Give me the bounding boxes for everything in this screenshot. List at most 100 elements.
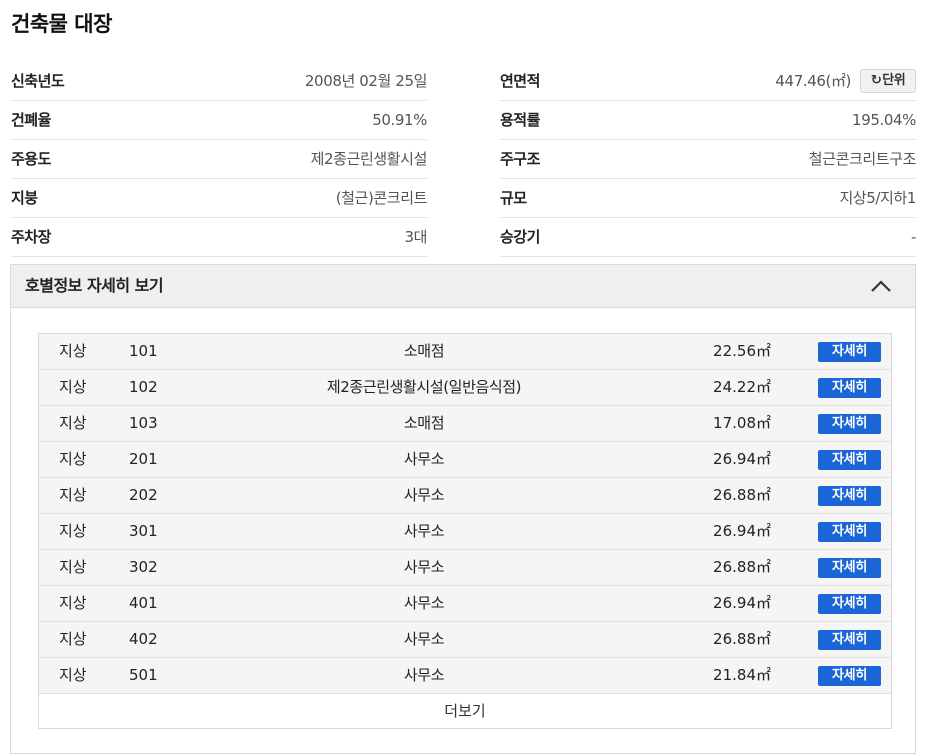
unit-number: 101 [129, 342, 158, 360]
table-row: 지상 402 사무소 26.88㎡ 자세히 [39, 622, 891, 658]
unit-detail-button[interactable]: 자세히 [818, 414, 881, 434]
unit-number: 102 [129, 378, 158, 396]
info-row-built-date: 신축년도 2008년 02월 25일 [11, 62, 427, 101]
table-row: 지상 201 사무소 26.94㎡ 자세히 [39, 442, 891, 478]
info-label: 주용도 [11, 150, 51, 168]
refresh-icon: ↻ [870, 73, 882, 88]
chevron-up-icon[interactable] [869, 277, 893, 295]
unit-detail-button[interactable]: 자세히 [818, 522, 881, 542]
info-label: 주구조 [500, 150, 540, 168]
unit-use: 사무소 [403, 522, 445, 540]
unit-detail-button[interactable]: 자세히 [818, 630, 881, 650]
unit-number: 302 [129, 558, 158, 576]
unit-floor-type: 지상 [59, 558, 87, 576]
unit-area: 26.94㎡ [713, 450, 771, 468]
info-row-elevator: 승강기 - [500, 218, 916, 257]
unit-floor-type: 지상 [59, 378, 87, 396]
unit-use: 사무소 [403, 558, 445, 576]
info-label: 주차장 [11, 228, 51, 246]
unit-floor-type: 지상 [59, 486, 87, 504]
unit-detail-button[interactable]: 자세히 [818, 558, 881, 578]
unit-toggle-label: 단위 [882, 73, 906, 88]
unit-floor-type: 지상 [59, 594, 87, 612]
info-value: 195.04% [852, 111, 916, 129]
unit-number: 103 [129, 414, 158, 432]
info-row-coverage-ratio: 건폐율 50.91% [11, 101, 427, 140]
unit-area: 22.56㎡ [713, 342, 771, 360]
info-row-floor-area-ratio: 용적률 195.04% [500, 101, 916, 140]
unit-use: 사무소 [403, 450, 445, 468]
info-value: - [910, 228, 916, 246]
unit-use: 소매점 [403, 342, 445, 360]
unit-use: 제2종근린생활시설(일반음식점) [326, 378, 522, 396]
unit-floor-type: 지상 [59, 414, 87, 432]
unit-toggle-button[interactable]: ↻단위 [860, 69, 916, 93]
info-label: 건폐율 [11, 111, 51, 129]
unit-floor-type: 지상 [59, 342, 87, 360]
unit-area: 26.94㎡ [713, 594, 771, 612]
table-row: 지상 301 사무소 26.94㎡ 자세히 [39, 514, 891, 550]
info-value: (철근)콘크리트 [335, 189, 428, 207]
unit-number: 401 [129, 594, 158, 612]
info-row-scale: 규모 지상5/지하1 [500, 179, 916, 218]
unit-detail-button[interactable]: 자세히 [818, 342, 881, 362]
info-label: 신축년도 [11, 72, 65, 90]
info-label: 규모 [500, 189, 527, 207]
unit-use: 사무소 [403, 630, 445, 648]
info-value: 50.91% [372, 111, 427, 129]
info-row-main-use: 주용도 제2종근린생활시설 [11, 140, 427, 179]
unit-detail-button[interactable]: 자세히 [818, 486, 881, 506]
unit-table: 지상 101 소매점 22.56㎡ 자세히 지상 102 제2종근린생활시설(일… [38, 333, 892, 729]
info-label: 승강기 [500, 228, 540, 246]
unit-area: 21.84㎡ [713, 666, 771, 684]
info-label: 지붕 [11, 189, 38, 207]
unit-number: 501 [129, 666, 158, 684]
info-value: 철근콘크리트구조 [808, 150, 917, 168]
unit-use: 사무소 [403, 594, 445, 612]
unit-detail-button[interactable]: 자세히 [818, 666, 881, 686]
info-value: 3대 [404, 228, 427, 246]
info-value: 지상5/지하1 [839, 189, 916, 207]
unit-use: 사무소 [403, 486, 445, 504]
unit-area: 26.88㎡ [713, 630, 771, 648]
unit-area: 17.08㎡ [713, 414, 771, 432]
info-row-main-structure: 주구조 철근콘크리트구조 [500, 140, 916, 179]
unit-info-panel-title: 호별정보 자세히 보기 [25, 276, 164, 295]
table-row: 지상 501 사무소 21.84㎡ 자세히 [39, 658, 891, 694]
unit-area: 26.94㎡ [713, 522, 771, 540]
unit-use: 사무소 [403, 666, 445, 684]
unit-area: 24.22㎡ [713, 378, 771, 396]
info-value: 447.46(㎡) [775, 72, 851, 90]
info-label: 용적률 [500, 111, 540, 129]
info-row-roof: 지붕 (철근)콘크리트 [11, 179, 427, 218]
unit-number: 202 [129, 486, 158, 504]
unit-area: 26.88㎡ [713, 558, 771, 576]
unit-detail-button[interactable]: 자세히 [818, 594, 881, 614]
more-button[interactable]: 더보기 [39, 694, 891, 728]
unit-floor-type: 지상 [59, 522, 87, 540]
info-row-total-area: 연면적 447.46(㎡) ↻단위 [500, 62, 916, 101]
table-row: 지상 401 사무소 26.94㎡ 자세히 [39, 586, 891, 622]
table-row: 지상 302 사무소 26.88㎡ 자세히 [39, 550, 891, 586]
unit-floor-type: 지상 [59, 666, 87, 684]
unit-info-panel: 호별정보 자세히 보기 지상 101 소매점 22.56㎡ 자세히 지상 102… [10, 264, 916, 754]
unit-info-panel-header[interactable]: 호별정보 자세히 보기 [11, 265, 915, 308]
info-row-parking: 주차장 3대 [11, 218, 427, 257]
unit-number: 402 [129, 630, 158, 648]
table-row: 지상 103 소매점 17.08㎡ 자세히 [39, 406, 891, 442]
table-row: 지상 202 사무소 26.88㎡ 자세히 [39, 478, 891, 514]
unit-floor-type: 지상 [59, 450, 87, 468]
unit-detail-button[interactable]: 자세히 [818, 378, 881, 398]
unit-area: 26.88㎡ [713, 486, 771, 504]
table-row: 지상 102 제2종근린생활시설(일반음식점) 24.22㎡ 자세히 [39, 370, 891, 406]
unit-detail-button[interactable]: 자세히 [818, 450, 881, 470]
page-title: 건축물 대장 [11, 12, 112, 36]
info-value: 2008년 02월 25일 [304, 72, 427, 90]
unit-use: 소매점 [403, 414, 445, 432]
info-value: 제2종근린생활시설 [310, 150, 428, 168]
unit-number: 301 [129, 522, 158, 540]
unit-number: 201 [129, 450, 158, 468]
table-row: 지상 101 소매점 22.56㎡ 자세히 [39, 334, 891, 370]
unit-floor-type: 지상 [59, 630, 87, 648]
info-label: 연면적 [500, 72, 540, 90]
